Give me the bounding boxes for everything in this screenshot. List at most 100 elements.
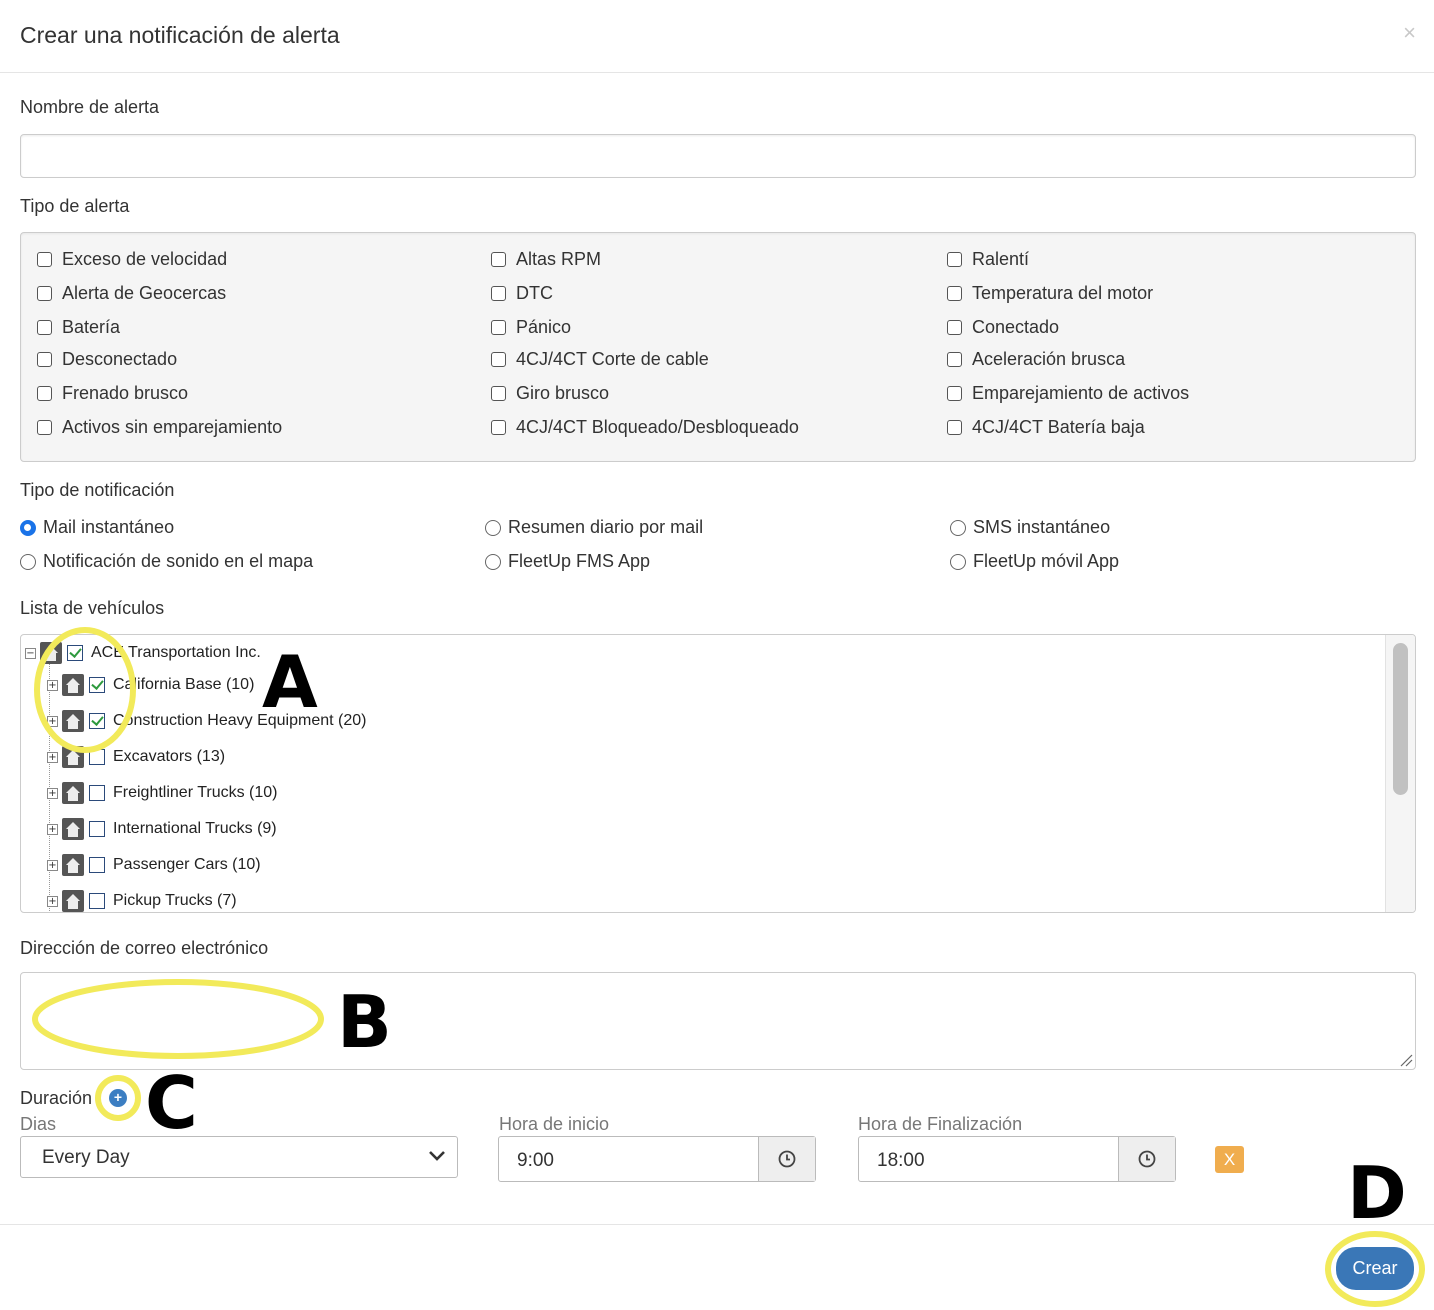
building-icon	[62, 854, 84, 876]
checkbox[interactable]	[947, 420, 962, 435]
checkbox[interactable]	[37, 252, 52, 267]
notification-option-label: Resumen diario por mail	[508, 517, 704, 537]
alert-option[interactable]: 4CJ/4CT Batería baja	[947, 417, 1145, 438]
alert-option[interactable]: Conectado	[947, 317, 1059, 338]
checkbox[interactable]	[491, 320, 506, 335]
checkbox[interactable]	[37, 320, 52, 335]
resize-grip-icon[interactable]	[1399, 1053, 1413, 1067]
checkbox[interactable]	[947, 320, 962, 335]
days-select[interactable]: Every Day	[20, 1136, 458, 1178]
checkbox[interactable]	[37, 286, 52, 301]
checkbox[interactable]	[491, 352, 506, 367]
tree-item[interactable]: + Pickup Trucks (7)	[47, 889, 237, 912]
alert-option[interactable]: Pánico	[491, 317, 571, 338]
scrollbar[interactable]	[1385, 635, 1415, 912]
alert-option[interactable]: Emparejamiento de activos	[947, 383, 1189, 404]
tree-checkbox[interactable]	[89, 713, 105, 729]
notification-option[interactable]: Notificación de sonido en el mapa	[20, 551, 313, 572]
checkbox[interactable]	[947, 252, 962, 267]
alert-option[interactable]: Altas RPM	[491, 249, 601, 270]
checkbox[interactable]	[491, 286, 506, 301]
checkbox[interactable]	[491, 420, 506, 435]
checkbox[interactable]	[491, 252, 506, 267]
expand-icon[interactable]: +	[47, 715, 58, 727]
expand-icon[interactable]: +	[47, 823, 58, 835]
tree-checkbox[interactable]	[67, 645, 83, 661]
notification-option-label: Mail instantáneo	[43, 517, 175, 537]
annotation-c: C	[145, 1061, 198, 1145]
alert-option-label: Batería	[62, 317, 121, 337]
alert-option[interactable]: Exceso de velocidad	[37, 249, 227, 270]
tree-checkbox[interactable]	[89, 821, 105, 837]
remove-duration-button[interactable]: X	[1215, 1146, 1244, 1173]
tree-item-label: International Trucks (9)	[113, 820, 277, 837]
tree-item[interactable]: + Passenger Cars (10)	[47, 853, 261, 877]
tree-checkbox[interactable]	[89, 893, 105, 909]
alert-option[interactable]: DTC	[491, 283, 553, 304]
scrollbar-thumb[interactable]	[1393, 643, 1408, 795]
email-textarea[interactable]	[20, 972, 1416, 1070]
notification-option[interactable]: SMS instantáneo	[950, 517, 1110, 538]
alert-option[interactable]: Alerta de Geocercas	[37, 283, 226, 304]
tree-item[interactable]: + Construction Heavy Equipment (20)	[47, 709, 366, 733]
end-time-picker[interactable]	[1118, 1137, 1175, 1181]
modal-title: Crear una notificación de alerta	[20, 22, 340, 48]
tree-item[interactable]: + California Base (10)	[47, 673, 254, 697]
tree-root-label: ACE Transportation Inc.	[91, 644, 261, 661]
checkbox[interactable]	[947, 386, 962, 401]
radio[interactable]	[950, 519, 966, 536]
radio[interactable]	[950, 553, 966, 570]
alert-option[interactable]: 4CJ/4CT Bloqueado/Desbloqueado	[491, 417, 799, 438]
expand-icon[interactable]: +	[47, 787, 58, 799]
alert-option[interactable]: Temperatura del motor	[947, 283, 1153, 304]
alert-name-input[interactable]	[20, 134, 1416, 178]
checkbox[interactable]	[37, 420, 52, 435]
tree-checkbox[interactable]	[89, 785, 105, 801]
notification-option[interactable]: FleetUp móvil App	[950, 551, 1119, 572]
expand-icon[interactable]: +	[47, 895, 58, 907]
alert-option[interactable]: Frenado brusco	[37, 383, 188, 404]
radio[interactable]	[485, 553, 501, 570]
tree-checkbox[interactable]	[89, 857, 105, 873]
radio-selected[interactable]	[20, 519, 36, 536]
tree-checkbox[interactable]	[89, 749, 105, 765]
checkbox[interactable]	[37, 386, 52, 401]
alert-option[interactable]: Batería	[37, 317, 120, 338]
alert-option[interactable]: Aceleración brusca	[947, 349, 1125, 370]
radio[interactable]	[485, 519, 501, 536]
create-button[interactable]: Crear	[1336, 1247, 1414, 1290]
end-time-label: Hora de Finalización	[858, 1114, 1023, 1134]
start-time-field[interactable]: 9:00	[498, 1136, 816, 1182]
tree-root[interactable]: − ACE Transportation Inc.	[25, 641, 261, 665]
alert-option[interactable]: Activos sin emparejamiento	[37, 417, 282, 438]
checkbox[interactable]	[37, 352, 52, 367]
checkbox[interactable]	[947, 286, 962, 301]
plus-circle-icon[interactable]: +	[109, 1089, 127, 1107]
annotation-b: B	[337, 980, 392, 1064]
expand-icon[interactable]: +	[47, 751, 58, 763]
tree-item[interactable]: + Freightliner Trucks (10)	[47, 781, 278, 805]
notification-option[interactable]: Resumen diario por mail	[485, 517, 703, 538]
alert-option[interactable]: Desconectado	[37, 349, 177, 370]
vehicle-tree[interactable]: − ACE Transportation Inc. + California B…	[20, 634, 1416, 913]
collapse-icon[interactable]: −	[25, 647, 36, 659]
close-button[interactable]: ×	[1403, 20, 1416, 46]
annotation-d: D	[1347, 1151, 1407, 1235]
expand-icon[interactable]: +	[47, 679, 58, 691]
alert-option[interactable]: Giro brusco	[491, 383, 609, 404]
checkbox[interactable]	[491, 386, 506, 401]
building-icon	[62, 818, 84, 840]
notification-option[interactable]: FleetUp FMS App	[485, 551, 650, 572]
alert-option[interactable]: 4CJ/4CT Corte de cable	[491, 349, 709, 370]
radio[interactable]	[20, 553, 36, 570]
start-time-picker[interactable]	[758, 1137, 815, 1181]
expand-icon[interactable]: +	[47, 859, 58, 871]
tree-item[interactable]: + Excavators (13)	[47, 745, 225, 769]
tree-item[interactable]: + International Trucks (9)	[47, 817, 277, 841]
alert-option[interactable]: Ralentí	[947, 249, 1029, 270]
end-time-value: 18:00	[877, 1150, 925, 1171]
tree-checkbox[interactable]	[89, 677, 105, 693]
checkbox[interactable]	[947, 352, 962, 367]
end-time-field[interactable]: 18:00	[858, 1136, 1176, 1182]
notification-option[interactable]: Mail instantáneo	[20, 517, 174, 538]
